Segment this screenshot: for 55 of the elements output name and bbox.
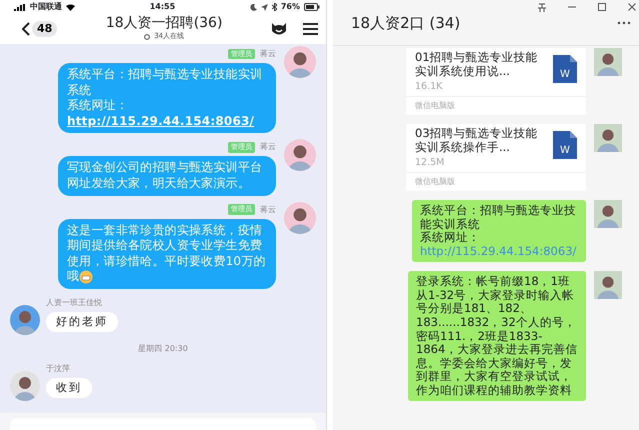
status-time: 14:55 [150, 1, 176, 13]
avatar [284, 202, 316, 234]
message-bubble: 这是一套非常珍贵的实操系统，疫情期间提供给各院校人资专业学生免费使用，请珍惜哈。平时要收费10万的哦 [58, 218, 276, 289]
message-bubble: 写现金创公司的招聘与甄选实训平台网址发给大家，明天给大家演示。 [58, 156, 276, 196]
carrier-name: 中国联通 [30, 1, 62, 13]
battery-icon [304, 3, 320, 11]
more-icon[interactable] [617, 21, 631, 26]
chat-title: 18人资一招聘(36) [106, 16, 222, 32]
file-name: 01招聘与甄选专业技能实训系统使用说... [415, 50, 539, 79]
file-card[interactable]: 03招聘与甄选专业技能实训系统操作手... 12.5M W 微信电脑版 [406, 124, 586, 191]
moon-icon [250, 4, 257, 10]
mascot-icon[interactable] [271, 22, 287, 36]
wifi-icon [66, 4, 75, 10]
file-size: 12.5M [415, 156, 446, 170]
pin-icon[interactable] [537, 2, 547, 12]
back-button[interactable]: 48 [22, 20, 58, 38]
sender-name: 人资一班王佳悦 [46, 296, 102, 309]
timestamp: 星期四 20:30 [137, 342, 189, 355]
back-icon [22, 22, 30, 36]
file-name: 03招聘与甄选专业技能实训系统操作手... [415, 126, 539, 155]
document-icon [553, 55, 577, 83]
avatar [284, 139, 316, 172]
sender-name: 蒋云 [260, 204, 276, 216]
bluetooth-icon [272, 3, 277, 11]
message-bubble: 好的老师 [46, 312, 118, 332]
avatar [594, 124, 622, 152]
file-type-letter: W [559, 146, 571, 156]
avatar [10, 370, 40, 401]
sender-name: 蒋云 [260, 48, 276, 60]
sender-name: 于汶萍 [46, 362, 70, 375]
location-icon [260, 4, 268, 10]
message-bubble: 登录系统：帐号前缀18，1班从1-32号，大家登录时输入帐号分别是181、182、183......1832，32个人的号，密码111.，2班是1833-1864，大家登录进去再完善信息。学委会给大家编好号，发到群里，大家有空登录试试，作为咱们课程的辅助教学资料 [408, 271, 586, 402]
message-bubble: 收到 [46, 378, 92, 398]
message-bubble: 系统平台：招聘与甄选专业技能实训系统 系统网址： http://115.29.44.154:8063/ [412, 200, 586, 262]
file-card[interactable]: 01招聘与甄选专业技能实训系统使用说... 16.1K W 微信电脑版 [406, 48, 586, 115]
chat-title: 18人资2口 (34) [351, 13, 460, 34]
maximize-icon[interactable] [597, 2, 607, 12]
message-bubble: 系统平台：招聘与甄选专业技能实训系统 系统网址： http://115.29.44.154:8063/ [58, 63, 276, 134]
avatar [594, 48, 622, 76]
source-label: 微信电脑版 [406, 172, 586, 191]
battery-percent: 76% [280, 1, 300, 13]
file-size: 16.1K [415, 80, 444, 94]
online-icon [144, 34, 150, 40]
sender-name: 蒋云 [260, 141, 276, 154]
document-icon [553, 131, 577, 159]
file-type-letter: W [559, 70, 571, 80]
close-icon[interactable] [627, 2, 637, 12]
signal-icon [14, 4, 26, 10]
source-label: 微信电脑版 [406, 96, 586, 115]
avatar [284, 46, 316, 78]
unread-count: 48 [32, 20, 58, 38]
avatar [10, 304, 40, 335]
avatar [594, 200, 622, 228]
avatar [594, 271, 622, 300]
menu-icon[interactable] [303, 23, 318, 35]
